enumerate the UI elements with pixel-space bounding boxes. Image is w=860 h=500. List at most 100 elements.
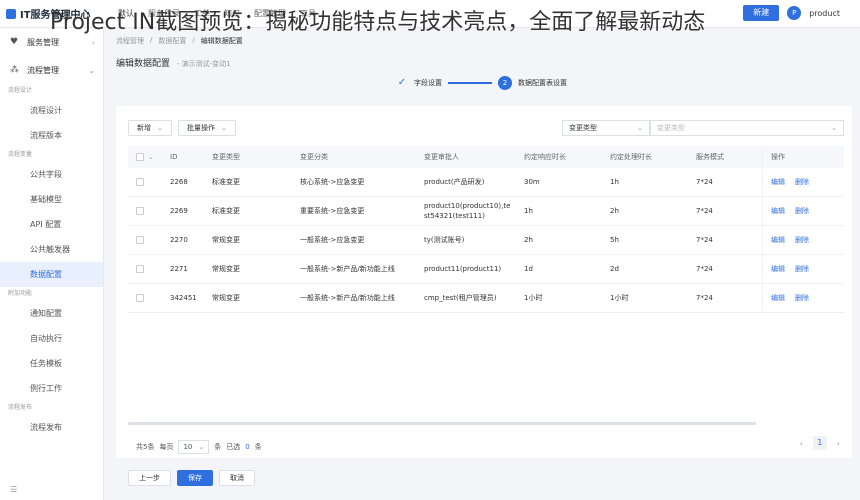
ops-cell: 编辑 删除 <box>762 197 844 225</box>
top-right: 新建 P product <box>743 5 840 21</box>
next-page-icon[interactable]: › <box>837 439 840 448</box>
sidebar-item-active[interactable]: 数据配置 <box>0 262 103 287</box>
table-row[interactable]: 2268 标准变更 核心系统->应急变更 product(产品研发) 30m 1… <box>128 168 844 197</box>
edit-link[interactable]: 编辑 <box>771 206 785 216</box>
column-header[interactable]: 变更审批人 <box>424 146 459 168</box>
column-header[interactable]: ID <box>170 146 177 168</box>
sidebar-item[interactable]: 流程发布 <box>0 415 103 440</box>
breadcrumb-item[interactable]: 流程管理 <box>116 36 144 46</box>
cell-mode: 7*24 <box>696 265 713 273</box>
select-all-checkbox[interactable]: ⌄ <box>136 146 154 168</box>
page-number[interactable]: 1 <box>812 436 827 450</box>
sidebar-section-title: 附加功能 <box>8 290 33 297</box>
sidebar-item[interactable]: 任务模板 <box>0 351 103 376</box>
sidebar-item[interactable]: 流程设计 <box>0 98 103 123</box>
ops-header: 操作 <box>762 146 844 168</box>
cell-type: 常规变更 <box>212 265 240 273</box>
filter-type-select[interactable]: 变更类型 ⌄ <box>562 120 650 136</box>
column-header[interactable]: 变更分类 <box>300 146 328 168</box>
row-checkbox[interactable] <box>136 255 144 283</box>
filter-value-select[interactable]: 变更类型 ⌄ <box>650 120 844 136</box>
flow-icon: ⁂ <box>10 64 19 75</box>
sidebar-item[interactable]: API 配置 <box>0 212 103 237</box>
heart-icon: ♥ <box>10 36 19 47</box>
prev-step-button[interactable]: 上一步 <box>128 470 171 486</box>
step-label: 数据配置表设置 <box>518 79 567 87</box>
chevron-right-icon: › <box>91 37 95 47</box>
delete-link[interactable]: 删除 <box>795 206 809 216</box>
filter-placeholder: 变更类型 <box>657 124 685 132</box>
column-header[interactable]: 约定处理时长 <box>610 146 652 168</box>
page-size-select[interactable]: 10 ⌄ <box>178 440 210 454</box>
chevron-down-icon: ⌄ <box>198 443 205 451</box>
cell-approver: product10(product10),test54321(test111) <box>424 202 511 220</box>
pagination-info: 共5条 每页 10 ⌄ 条 已选 0 条 <box>136 440 262 454</box>
column-header[interactable]: 变更类型 <box>212 146 240 168</box>
cell-proc-time: 1小时 <box>610 294 629 302</box>
column-header: 操作 <box>771 153 785 161</box>
ops-cell: 编辑 删除 <box>762 255 844 283</box>
delete-link[interactable]: 删除 <box>795 293 809 303</box>
save-button[interactable]: 保存 <box>177 470 213 486</box>
avatar[interactable]: P <box>787 6 802 20</box>
sidebar-section-title: 流程发布 <box>8 404 33 411</box>
delete-link[interactable]: 删除 <box>795 177 809 187</box>
row-checkbox[interactable] <box>136 284 144 312</box>
edit-link[interactable]: 编辑 <box>771 264 785 274</box>
cell-category: 重要系统->应急变更 <box>300 207 365 215</box>
user-name[interactable]: product <box>809 9 840 18</box>
page-title: 编辑数据配置 - 演示测试-变动1 <box>116 56 231 69</box>
table-row[interactable]: 2271 常规变更 一般系统->新产品/新功能上线 product11(prod… <box>128 255 844 284</box>
table-row[interactable]: 2270 常规变更 一般系统->应急变更 ty(测试账号) 2h 5h 7*24… <box>128 226 844 255</box>
row-checkbox[interactable] <box>136 168 144 196</box>
chevron-down-icon: ⌄ <box>637 124 643 132</box>
page-subtitle: - 演示测试-变动1 <box>176 60 231 68</box>
cell-approver: product(产品研发) <box>424 178 485 186</box>
batch-action-button[interactable]: 批量操作 ⌄ <box>178 120 236 136</box>
horizontal-scrollbar[interactable] <box>128 422 756 425</box>
row-checkbox[interactable] <box>136 197 144 225</box>
sidebar-item[interactable]: 例行工作 <box>0 376 103 401</box>
per-page-label: 每页 <box>159 443 174 451</box>
cancel-button[interactable]: 取消 <box>219 470 255 486</box>
cell-mode: 7*24 <box>696 294 713 302</box>
table-header: ⌄ ID 变更类型 变更分类 变更审批人 约定响应时长 约定处理时长 服务模式 … <box>128 146 844 168</box>
table-row[interactable]: 2269 标准变更 重要系统->应急变更 product10(product10… <box>128 197 844 226</box>
delete-link[interactable]: 删除 <box>795 235 809 245</box>
sidebar-item[interactable]: 公共字段 <box>0 162 103 187</box>
sidebar-item[interactable]: 流程版本 <box>0 123 103 148</box>
per-page-unit: 条 <box>214 443 222 451</box>
cell-type: 标准变更 <box>212 207 240 215</box>
chevron-down-icon: ⌄ <box>148 153 154 161</box>
ops-cell: 编辑 删除 <box>762 226 844 254</box>
edit-link[interactable]: 编辑 <box>771 177 785 187</box>
column-header[interactable]: 服务模式 <box>696 146 724 168</box>
edit-link[interactable]: 编辑 <box>771 293 785 303</box>
breadcrumb-item[interactable]: 数据配置 <box>158 36 186 46</box>
add-button[interactable]: 新增 ⌄ <box>128 120 172 136</box>
cell-approver: cmp_test(租户管理员) <box>424 294 497 302</box>
cell-mode: 7*24 <box>696 236 713 244</box>
content-card: 新增 ⌄ 批量操作 ⌄ 变更类型 ⌄ 变更类型 ⌄ ⌄ ID 变更类型 变更分类… <box>116 106 852 458</box>
check-icon: ✓ <box>397 77 407 88</box>
sidebar-item[interactable]: 公共触发器 <box>0 237 103 262</box>
prev-page-icon[interactable]: ‹ <box>800 439 803 448</box>
table-row[interactable]: 342451 常规变更 一般系统->新产品/新功能上线 cmp_test(租户管… <box>128 284 844 313</box>
sidebar-item[interactable]: 通知配置 <box>0 301 103 326</box>
menu-icon[interactable]: ☰ <box>10 485 17 494</box>
cell-resp-time: 1小时 <box>524 294 543 302</box>
ops-cell: 编辑 删除 <box>762 168 844 196</box>
sidebar-item[interactable]: 基础模型 <box>0 187 103 212</box>
cell-type: 常规变更 <box>212 294 240 302</box>
sidebar-item[interactable]: 自动执行 <box>0 326 103 351</box>
cell-proc-time: 2h <box>610 207 619 215</box>
cell-id: 342451 <box>170 294 197 302</box>
sidebar-group-flow[interactable]: ⁂ 流程管理 ⌄ <box>0 56 103 84</box>
step-label: 字段设置 <box>414 79 442 87</box>
total-count: 共5条 <box>136 443 155 451</box>
row-checkbox[interactable] <box>136 226 144 254</box>
column-header[interactable]: 约定响应时长 <box>524 146 566 168</box>
delete-link[interactable]: 删除 <box>795 264 809 274</box>
top-action-button[interactable]: 新建 <box>743 5 780 21</box>
edit-link[interactable]: 编辑 <box>771 235 785 245</box>
